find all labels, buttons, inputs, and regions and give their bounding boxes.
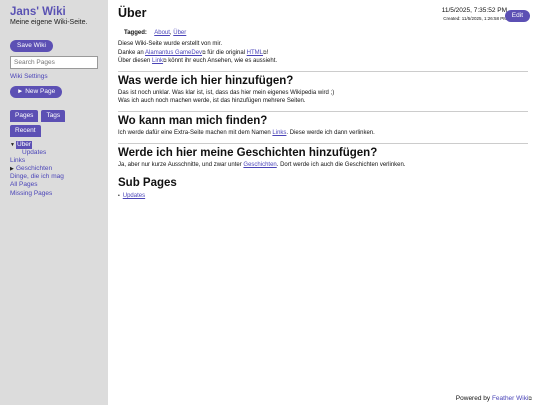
page-tree: ▼ Über Updates Links ▶ Geschichten Dinge…: [10, 141, 98, 198]
wiki-settings-link[interactable]: Wiki Settings: [10, 73, 98, 80]
tree-link-missing-pages[interactable]: Missing Pages: [10, 190, 52, 198]
tree-item-links: Links: [10, 157, 98, 165]
save-wiki-button[interactable]: Save Wiki: [10, 40, 53, 52]
tree-item-uber: ▼ Über: [10, 141, 98, 150]
tree-link-geschichten[interactable]: Geschichten: [16, 165, 52, 173]
new-page-button[interactable]: ► New Page: [10, 86, 63, 98]
intro-line-2: Danke an Alamantus GameDev⧉ für die orig…: [118, 49, 269, 56]
created-date: Created: 11/5/2025, 1:26:58 PM: [443, 16, 507, 21]
html-link[interactable]: HTML: [247, 50, 263, 56]
tree-item-missing: Missing Pages: [10, 190, 98, 198]
tree-item-updates: Updates: [10, 149, 98, 157]
tab-recent[interactable]: Recent: [10, 125, 41, 137]
sidebar: Jans' Wiki Meine eigene Wiki-Seite. Save…: [0, 0, 108, 405]
intro-line-1: Diese Wiki-Seite wurde erstellt von mir.: [118, 41, 223, 47]
sub-pages-list: Updates: [118, 192, 528, 201]
link-link[interactable]: Link: [152, 58, 163, 64]
external-link-icon: ⧉: [528, 396, 532, 402]
edit-button[interactable]: Edit: [504, 10, 530, 22]
sidebar-tabs: Pages Tags Recent: [10, 110, 80, 137]
tree-item-all-pages: All Pages: [10, 181, 98, 189]
subpage-updates-link[interactable]: Updates: [123, 193, 145, 199]
tree-item-geschichten: ▶ Geschichten: [10, 165, 98, 173]
tree-link-updates[interactable]: Updates: [22, 149, 46, 157]
geschichten-page-link[interactable]: Geschichten: [243, 162, 276, 168]
tree-link-dinge[interactable]: Dinge, die ich mag: [10, 173, 64, 181]
list-item: Updates: [118, 192, 528, 201]
paragraph-2: Ich werde dafür eine Extra-Seite machen …: [118, 129, 375, 136]
tagged-label: Tagged:: [124, 30, 147, 36]
alamantus-link[interactable]: Alamantus GameDev: [145, 50, 202, 56]
modified-date: 11/5/2025, 7:35:52 PM: [441, 7, 507, 14]
tree-item-dinge: Dinge, die ich mag: [10, 173, 98, 181]
heading-sub-pages: Sub Pages: [118, 177, 177, 190]
paragraph-3: Ja, aber nur kurze Ausschnitte, und zwar…: [118, 161, 406, 168]
heading-wo-kann-man: Wo kann man mich finden?: [118, 110, 528, 129]
wiki-title[interactable]: Jans' Wiki: [10, 6, 98, 18]
search-input[interactable]: [10, 56, 98, 69]
paragraph-1a: Das ist noch unklar. Was klar ist, ist, …: [118, 89, 335, 96]
tag-list: Tagged: About, Über: [124, 30, 187, 36]
feather-wiki-link[interactable]: Feather Wiki: [492, 395, 528, 402]
paragraph-1b: Was ich auch noch machen werde, ist das …: [118, 98, 306, 105]
page-meta: 11/5/2025, 7:35:52 PM Created: 11/5/2025…: [442, 7, 507, 21]
page-content: Diese Wiki-Seite wurde erstellt von mir.…: [118, 40, 528, 201]
intro-line-3: Über diesen Link⧉ könnt ihr euch Ansehen…: [118, 58, 278, 65]
tree-link-links[interactable]: Links: [10, 157, 25, 165]
tab-tags[interactable]: Tags: [41, 110, 66, 122]
heading-was-werde-ich: Was werde ich hier hinzufügen?: [118, 70, 528, 89]
tab-pages[interactable]: Pages: [10, 110, 39, 122]
tag-about[interactable]: About: [154, 30, 170, 36]
wiki-subtitle: Meine eigene Wiki-Seite.: [10, 19, 88, 26]
tree-link-uber[interactable]: Über: [16, 141, 33, 150]
tag-uber[interactable]: Über: [173, 30, 186, 36]
links-page-link[interactable]: Links: [272, 130, 286, 136]
footer: Powered by Feather Wiki⧉: [455, 395, 532, 402]
heading-geschichten: Werde ich hier meine Geschichten hinzufü…: [118, 142, 528, 161]
tree-link-all-pages[interactable]: All Pages: [10, 181, 37, 189]
page-title: Über: [118, 6, 147, 20]
